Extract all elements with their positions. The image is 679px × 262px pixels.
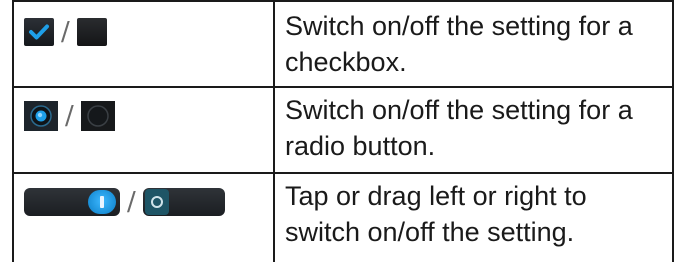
toggle-icons: / xyxy=(24,188,225,216)
radio-selected-icon xyxy=(24,101,58,131)
radio-icons: / xyxy=(24,101,115,131)
icon-cell: / xyxy=(14,86,275,172)
description-text: Switch on/off the setting for a checkbox… xyxy=(285,11,633,77)
separator-slash: / xyxy=(65,101,74,131)
radio-unselected-icon xyxy=(80,101,115,131)
table-row: / Tap or drag left or right to switch on… xyxy=(14,172,672,262)
icon-cell: / xyxy=(14,172,275,262)
toggle-off-icon xyxy=(142,188,225,216)
description-text: Switch on/off the setting for a radio bu… xyxy=(285,95,633,161)
checkbox-checked-icon xyxy=(24,18,54,46)
checkbox-unchecked-icon xyxy=(76,18,107,46)
checkbox-icons: / xyxy=(24,18,107,46)
description-text: Tap or drag left or right to switch on/o… xyxy=(285,181,587,247)
table-row: / Switch on/off the setting for a checkb… xyxy=(14,0,672,88)
icon-cell: / xyxy=(14,2,275,86)
separator-slash: / xyxy=(61,17,70,47)
table-row: / Switch on/off the setting for a radio … xyxy=(14,86,672,174)
settings-controls-table: / Switch on/off the setting for a checkb… xyxy=(12,0,674,262)
separator-slash: / xyxy=(127,187,136,217)
toggle-on-icon xyxy=(24,188,120,216)
